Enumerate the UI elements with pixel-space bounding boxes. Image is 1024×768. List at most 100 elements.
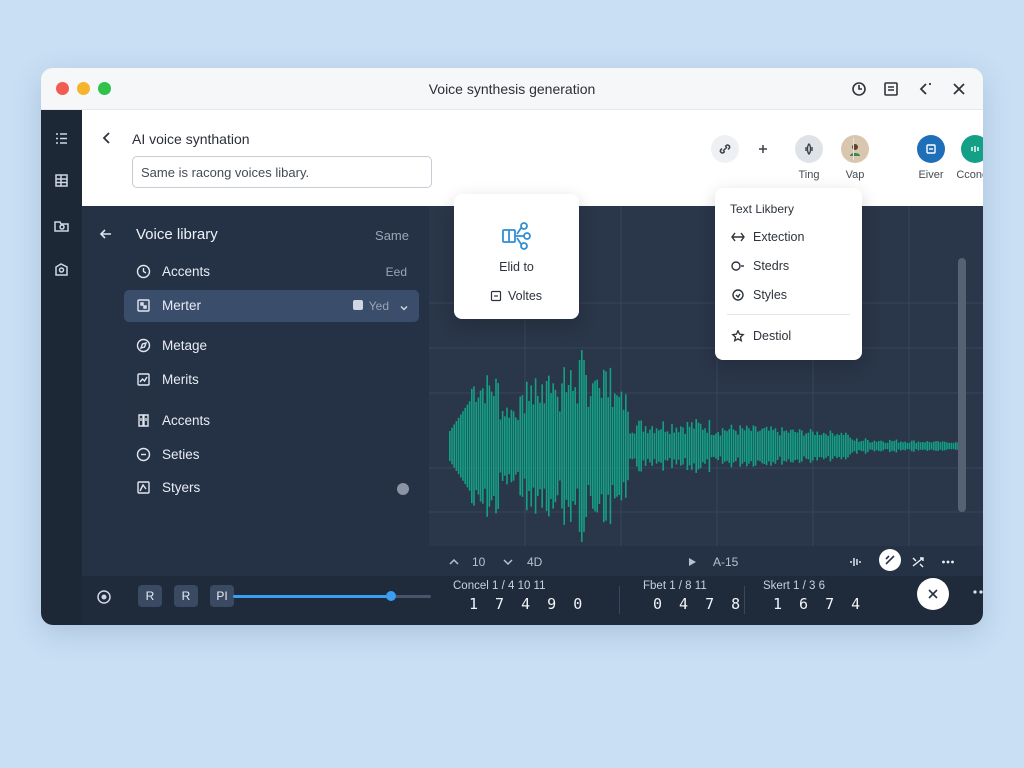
waveform-bar <box>933 441 935 451</box>
history-icon[interactable] <box>850 80 868 98</box>
waveform-bar <box>858 442 860 450</box>
voice-library-panel: Voice library Same Accents Eed Merter Yed Me… <box>82 206 429 625</box>
waveform-bar <box>814 434 816 458</box>
waveform-bar <box>950 442 953 450</box>
waveform-bar <box>541 384 543 508</box>
waveform-bar <box>922 442 924 450</box>
waveform-bar <box>691 422 693 470</box>
waveform-bar <box>886 442 889 450</box>
waveform-bar <box>669 433 671 459</box>
r-button-1[interactable]: R <box>138 585 162 607</box>
waveform-bar <box>710 434 713 458</box>
slider-thumb[interactable] <box>386 591 397 601</box>
export-button[interactable] <box>917 135 945 163</box>
link-button[interactable] <box>711 135 739 163</box>
waveform-bar <box>550 393 552 499</box>
record-icon[interactable] <box>96 589 112 605</box>
waveform-bar <box>697 422 700 470</box>
voice-avatar-button[interactable] <box>795 135 823 163</box>
waveform-bar <box>809 429 812 463</box>
readout-digits: 1 7 4 9 0 <box>469 595 587 613</box>
menu-item-destiol[interactable]: Destiol <box>731 329 791 343</box>
back-icon[interactable] <box>99 130 115 146</box>
waveform-bar <box>770 426 772 466</box>
gallery-icon[interactable] <box>53 261 70 278</box>
more-options-icon[interactable] <box>941 555 955 569</box>
library-item-value: Eed <box>385 265 407 279</box>
close-icon[interactable] <box>950 80 968 98</box>
waveform-bar <box>873 440 876 452</box>
edit-knob-button[interactable] <box>879 549 901 571</box>
waveform-bar <box>941 441 944 451</box>
add-button[interactable] <box>749 135 777 163</box>
waveform-bar <box>658 430 660 462</box>
waveform-bar <box>915 442 917 450</box>
waveform-bar <box>592 383 594 509</box>
waveform-bar <box>662 421 664 471</box>
collapse-icon[interactable] <box>916 80 934 98</box>
waveform-bar <box>466 404 469 488</box>
waveform-bar <box>928 441 931 451</box>
waveform-bar <box>891 441 893 451</box>
waveform-bar <box>911 440 913 452</box>
library-item-seties[interactable]: Seties <box>124 439 419 471</box>
waveform-bar <box>785 430 788 462</box>
waveform-bar <box>926 441 928 451</box>
bottom-bar: R R PI Concel 1 / 4 10 11 1 7 4 9 0 Fbet… <box>82 576 983 625</box>
waveform-bar <box>752 425 755 467</box>
chevron-down-icon[interactable] <box>501 555 515 569</box>
waveform-bar <box>924 442 926 450</box>
waveform-bar <box>565 392 568 500</box>
menu-item-styles[interactable]: Styles <box>731 288 787 302</box>
library-item-merter[interactable]: Merter Yed <box>124 290 419 322</box>
waveform-bar <box>719 435 722 457</box>
table-icon[interactable] <box>53 172 70 189</box>
waveform-bar <box>741 428 744 464</box>
volume-slider[interactable] <box>233 591 431 601</box>
voltes-option[interactable]: Voltes <box>490 289 542 303</box>
chevron-down-icon[interactable] <box>399 300 409 311</box>
waveform-bar <box>666 431 669 461</box>
library-item-accents[interactable]: Accents Eed <box>124 256 419 288</box>
waveform-bar <box>609 367 612 525</box>
waveform-bar <box>457 417 460 475</box>
folder-icon[interactable] <box>53 217 70 234</box>
shuffle-icon[interactable] <box>911 555 925 569</box>
pi-button[interactable]: PI <box>210 585 234 607</box>
waveform-icon[interactable] <box>849 555 863 569</box>
status-dot <box>397 483 409 495</box>
waveform-bar <box>732 429 735 463</box>
r-button-2[interactable]: R <box>174 585 198 607</box>
panel-meta[interactable]: Same <box>375 228 409 243</box>
waveform-bar <box>737 434 739 458</box>
waveform-bar <box>869 442 871 450</box>
chevron-up-icon[interactable] <box>447 555 461 569</box>
more-icon[interactable] <box>971 584 983 600</box>
style-icon <box>136 480 151 495</box>
scrollbar[interactable] <box>958 258 966 512</box>
close-button[interactable] <box>917 578 949 610</box>
arrow-left-icon[interactable] <box>98 226 114 242</box>
waveform-bar <box>508 417 510 475</box>
node-graph-icon <box>502 222 531 250</box>
waveform-bar <box>904 441 906 451</box>
library-item-metage[interactable]: Metage <box>124 330 419 362</box>
library-item-accents[interactable]: Accents <box>124 405 419 437</box>
waveform-bar <box>462 411 464 481</box>
user-avatar[interactable] <box>841 135 869 163</box>
search-input[interactable] <box>132 156 432 188</box>
window-title: Voice synthesis generation <box>428 81 596 97</box>
compass-icon <box>136 338 151 353</box>
library-item-merits[interactable]: Merits <box>124 364 419 396</box>
list-icon[interactable] <box>53 130 70 147</box>
panel-icon[interactable] <box>882 80 900 98</box>
menu-item-stedrs[interactable]: Stedrs <box>731 259 789 273</box>
menu-item-label: Styles <box>753 288 788 302</box>
menu-item-extection[interactable]: Extection <box>731 230 804 244</box>
readout-divider <box>619 586 620 614</box>
library-item-styers[interactable]: Styers <box>124 472 419 504</box>
waveform-bar <box>517 419 519 473</box>
audio-button[interactable] <box>961 135 983 163</box>
play-icon[interactable] <box>685 555 699 569</box>
waveform-bar <box>548 375 550 517</box>
